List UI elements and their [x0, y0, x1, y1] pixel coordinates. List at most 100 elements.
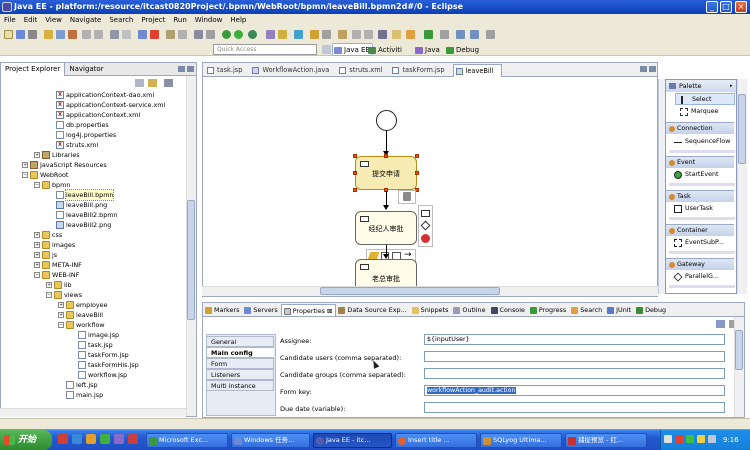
- wrench-icon[interactable]: [122, 30, 131, 39]
- resize-handle[interactable]: [353, 171, 357, 175]
- palette-header[interactable]: Palette: [666, 80, 736, 92]
- quicklaunch-icon[interactable]: [58, 434, 68, 444]
- property-tab-multi-instance[interactable]: Multi instance: [206, 380, 274, 391]
- tab-console[interactable]: Console: [489, 304, 528, 316]
- collapse-icon[interactable]: −: [22, 172, 28, 178]
- tree-item[interactable]: log4j.properties: [0, 130, 190, 140]
- tree-item[interactable]: + lib: [0, 280, 190, 290]
- resize-handle[interactable]: [384, 154, 388, 158]
- expand-icon[interactable]: +: [58, 302, 64, 308]
- palette-section-task[interactable]: Task: [666, 190, 734, 202]
- quicklaunch-icon[interactable]: [100, 434, 110, 444]
- open-type-icon[interactable]: [44, 30, 53, 39]
- tree-item[interactable]: + js: [0, 250, 190, 260]
- volume-icon[interactable]: [708, 435, 716, 443]
- palette-item-startevent[interactable]: StartEvent: [669, 169, 733, 181]
- expand-icon[interactable]: +: [34, 252, 40, 258]
- tree-item[interactable]: + leaveBill: [0, 310, 190, 320]
- taskbar-item-excel[interactable]: Microsoft Exc...: [146, 433, 228, 448]
- expand-icon[interactable]: +: [34, 152, 40, 158]
- menu-window[interactable]: Window: [191, 14, 227, 26]
- menu-file[interactable]: File: [0, 14, 20, 26]
- new-package-icon[interactable]: [278, 30, 287, 39]
- editor-tab-task-jsp[interactable]: task.jsp: [205, 64, 250, 77]
- debug-configs-icon[interactable]: [166, 30, 175, 39]
- tree-item[interactable]: task.jsp: [0, 340, 190, 350]
- tree-item[interactable]: leaveBill.bpmn: [0, 189, 190, 201]
- close-button[interactable]: ×: [735, 1, 747, 13]
- pencil-icon[interactable]: [338, 30, 347, 39]
- start-event[interactable]: [376, 110, 397, 131]
- tree-item[interactable]: + employee: [0, 300, 190, 310]
- menu-run[interactable]: Run: [169, 14, 190, 26]
- globe-icon[interactable]: [294, 30, 303, 39]
- tab-properties[interactable]: Properties ⊠: [280, 304, 337, 316]
- menu-view[interactable]: View: [41, 14, 66, 26]
- resize-handle[interactable]: [353, 188, 357, 192]
- editor-tab-leavebill[interactable]: leaveBill: [452, 64, 503, 77]
- quicklaunch-icon[interactable]: [72, 434, 82, 444]
- collapse-icon[interactable]: −: [34, 182, 40, 188]
- tree-item[interactable]: + META-INF: [0, 260, 190, 270]
- user-task-submit[interactable]: 提交申请: [355, 156, 417, 190]
- taskbar-item-browser[interactable]: Insert title ...: [395, 433, 477, 448]
- external-tools-icon[interactable]: [110, 30, 119, 39]
- horizontal-scrollbar[interactable]: [0, 408, 186, 417]
- expand-icon[interactable]: +: [34, 232, 40, 238]
- perspective-activiti[interactable]: Activiti: [366, 43, 405, 56]
- palette-item-sequenceflow[interactable]: SequenceFlow: [669, 136, 733, 148]
- server-icon[interactable]: [56, 30, 65, 39]
- maximize-view-icon[interactable]: [187, 66, 194, 72]
- property-tab-listeners[interactable]: Listeners: [206, 369, 274, 380]
- due-date-field[interactable]: [424, 402, 725, 413]
- perspective-debug[interactable]: Debug: [444, 43, 482, 56]
- collapse-all-icon[interactable]: [135, 79, 144, 87]
- tree-item[interactable]: XapplicationContext-service.xml: [0, 100, 190, 110]
- tree-item[interactable]: image.jsp: [0, 330, 190, 340]
- palette-item-eventsubprocess[interactable]: EventSubP...: [669, 237, 733, 249]
- tree-item[interactable]: workflow.jsp: [0, 370, 190, 380]
- tab-debug[interactable]: Debug: [634, 304, 669, 316]
- tree-item[interactable]: + Libraries: [0, 150, 190, 160]
- tab-project-explorer[interactable]: Project Explorer: [1, 63, 66, 76]
- tree-item[interactable]: left.jsp: [0, 380, 190, 390]
- palette-item-usertask[interactable]: UserTask: [669, 203, 733, 215]
- search-tool-icon[interactable]: [178, 30, 187, 39]
- quicklaunch-icon[interactable]: [128, 434, 138, 444]
- tree-item[interactable]: taskFormHis.jsp: [0, 360, 190, 370]
- tray-icon[interactable]: [664, 435, 672, 443]
- palette-tool-select[interactable]: Select: [675, 93, 735, 105]
- editor-tab-taskform-jsp[interactable]: taskForm.jsp: [390, 64, 452, 77]
- tab-outline[interactable]: Outline: [451, 304, 488, 316]
- refresh-icon[interactable]: [424, 30, 433, 39]
- expand-icon[interactable]: +: [58, 312, 64, 318]
- resize-handle[interactable]: [415, 171, 419, 175]
- menu-navigate[interactable]: Navigate: [66, 14, 105, 26]
- menu-help[interactable]: Help: [226, 14, 250, 26]
- tab-markers[interactable]: Markers: [203, 304, 242, 316]
- scrollbar-thumb[interactable]: [738, 94, 746, 164]
- tree-item[interactable]: − WEB-INF: [0, 270, 190, 280]
- quicklaunch-icon[interactable]: [86, 434, 96, 444]
- toggle-icon[interactable]: [82, 30, 91, 39]
- palette-section-event[interactable]: Event: [666, 156, 734, 168]
- taskbar-item-eclipse[interactable]: Java EE - itc...: [313, 433, 392, 448]
- pin-icon[interactable]: [378, 30, 387, 39]
- form-key-field[interactable]: workflowAction_audit.action: [424, 385, 725, 396]
- collapse-icon[interactable]: −: [34, 272, 40, 278]
- collapse-icon[interactable]: −: [46, 292, 52, 298]
- property-tab-general[interactable]: General: [206, 336, 274, 347]
- expand-icon[interactable]: +: [46, 282, 52, 288]
- new-java-icon[interactable]: [266, 30, 275, 39]
- assignee-field[interactable]: ${inputUser}: [424, 334, 725, 345]
- link-editor-icon[interactable]: [148, 79, 157, 87]
- tab-navigator[interactable]: Navigator: [65, 63, 107, 76]
- palette-collapse-icon[interactable]: ▸: [730, 83, 733, 89]
- append-end-event-icon[interactable]: [421, 234, 430, 243]
- open-perspective-icon[interactable]: [322, 45, 331, 54]
- tree-item[interactable]: + images: [0, 240, 190, 250]
- menu-project[interactable]: Project: [137, 14, 169, 26]
- property-tab-main-config[interactable]: Main config: [206, 347, 274, 358]
- editor-tab-struts-xml[interactable]: struts.xml: [337, 64, 390, 77]
- palette-tool-marquee[interactable]: Marquee: [675, 106, 735, 118]
